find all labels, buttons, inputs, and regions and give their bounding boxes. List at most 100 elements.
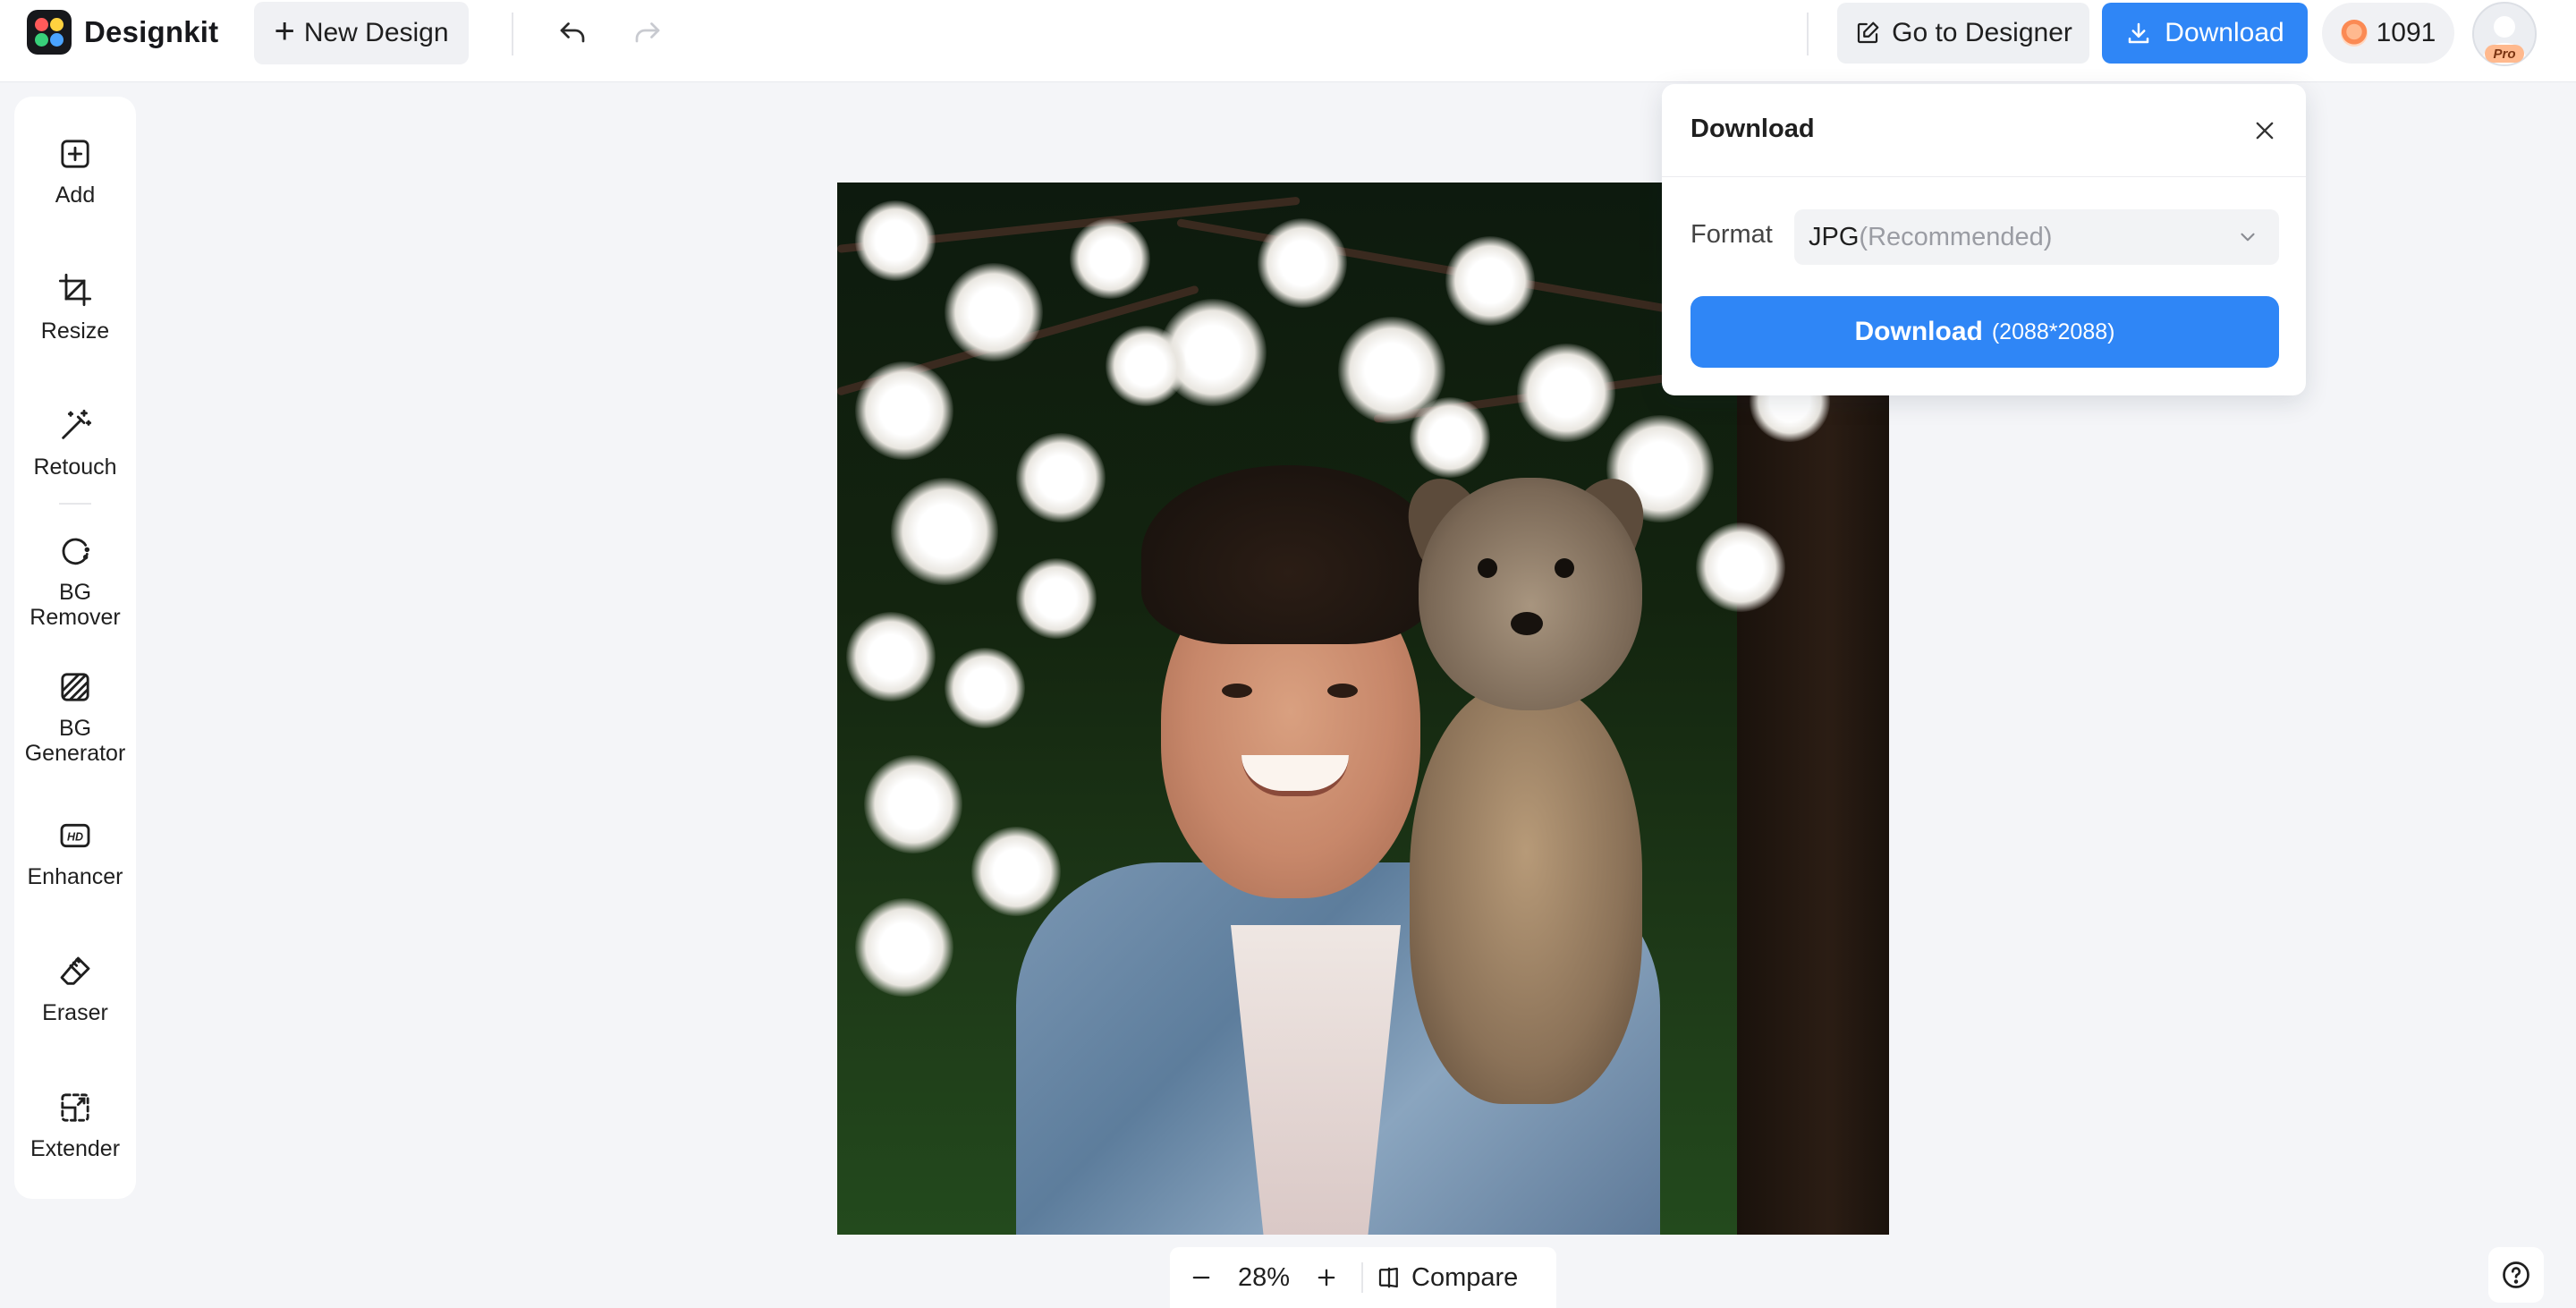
blossom (846, 612, 936, 701)
coin-icon (2340, 20, 2368, 47)
plus-icon (1318, 1269, 1335, 1287)
sidebar-item-label: Enhancer (27, 864, 123, 889)
blossom (1696, 522, 1785, 612)
dog-eye (1555, 558, 1574, 578)
format-select[interactable]: JPG (Recommended) (1794, 209, 2279, 265)
plus-icon: + (274, 12, 295, 51)
compare-button[interactable]: Compare (1376, 1263, 1518, 1293)
eye (1327, 684, 1358, 698)
download-label: Download (2165, 18, 2284, 47)
bg-generator-icon (61, 673, 89, 701)
blossom (855, 898, 953, 997)
blossom (945, 648, 1025, 728)
hd-icon: HD (60, 823, 90, 848)
credits-display[interactable]: 1091 (2322, 3, 2454, 64)
sidebar-item-extender[interactable]: Extender (14, 1090, 136, 1161)
dog-head (1419, 478, 1642, 710)
sidebar-item-label: BG Remover (30, 580, 121, 630)
sidebar-item-label: Eraser (42, 1000, 108, 1025)
sidebar-item-label: BG Generator (24, 716, 126, 766)
blossom (891, 478, 998, 585)
designkit-logo-icon (27, 10, 72, 55)
add-icon (61, 140, 89, 168)
download-confirm-label: Download (1854, 317, 1983, 346)
download-button[interactable]: Download (2102, 3, 2308, 64)
sidebar-item-bg-generator[interactable]: BG Generator (14, 669, 136, 766)
chevron-down-icon (2241, 233, 2255, 242)
help-button[interactable] (2488, 1247, 2544, 1303)
close-icon (2256, 122, 2274, 140)
sidebar-item-label: Resize (40, 319, 110, 344)
sidebar-item-bg-remover[interactable]: BG Remover (14, 533, 136, 630)
hair (1141, 465, 1436, 644)
blossom (1070, 218, 1150, 299)
go-to-designer-button[interactable]: Go to Designer (1837, 3, 2089, 64)
compare-label: Compare (1411, 1262, 1519, 1292)
sidebar-item-add[interactable]: Add (14, 136, 136, 208)
format-hint: (Recommended) (1859, 222, 2053, 251)
svg-text:HD: HD (67, 830, 83, 843)
sidebar-item-enhancer[interactable]: HD Enhancer (14, 818, 136, 889)
dog-body (1410, 684, 1642, 1104)
download-icon (2129, 22, 2149, 44)
zoom-in-button[interactable] (1295, 1247, 1358, 1308)
download-popup: Download Format JPG (Recommended) Downloa… (1662, 84, 2306, 395)
blossom (1016, 433, 1106, 522)
download-dimensions: (2088*2088) (1991, 319, 2115, 344)
sidebar-divider (59, 503, 91, 505)
blossom (1517, 344, 1615, 442)
blossom (1258, 218, 1347, 308)
popup-title: Download (1690, 115, 1815, 143)
compare-icon (1378, 1267, 1398, 1288)
sidebar-item-resize[interactable]: Resize (14, 272, 136, 344)
sidebar-item-eraser[interactable]: Eraser (14, 954, 136, 1025)
blossom (855, 200, 936, 281)
close-button[interactable] (2249, 115, 2281, 147)
new-design-label: New Design (303, 18, 449, 47)
zoom-bar: 28% Compare (1170, 1247, 1556, 1308)
divider (1807, 13, 1809, 55)
blossom (945, 263, 1043, 361)
help-icon (2503, 1261, 2529, 1288)
sidebar-item-label: Extender (30, 1136, 121, 1161)
extender-icon (61, 1093, 89, 1122)
bg-remover-icon (62, 538, 90, 565)
popup-header: Download (1662, 84, 2306, 177)
sidebar-item-retouch[interactable]: Retouch (14, 408, 136, 480)
dog-eye (1478, 558, 1497, 578)
blossom (855, 361, 953, 460)
sidebar-item-label: Add (55, 183, 96, 208)
sidebar-item-label: Retouch (33, 454, 117, 480)
eye (1222, 684, 1252, 698)
undo-icon (560, 22, 585, 43)
zoom-level: 28% (1237, 1262, 1291, 1292)
magic-wand-icon (62, 409, 92, 439)
crop-icon (58, 273, 92, 307)
format-value: JPG (1809, 222, 1860, 251)
app-logo[interactable]: Designkit (27, 10, 218, 55)
credits-count: 1091 (2376, 18, 2436, 47)
eraser-icon (60, 956, 90, 985)
blossom (1410, 397, 1490, 478)
blossom (1445, 236, 1535, 326)
format-label: Format (1690, 220, 1773, 249)
go-to-designer-label: Go to Designer (1892, 18, 2072, 47)
zoom-out-button[interactable] (1170, 1247, 1233, 1308)
blossom (864, 755, 962, 854)
app-name: Designkit (84, 15, 219, 48)
blossom (1106, 326, 1186, 406)
blossom (971, 827, 1061, 916)
pro-badge: Pro (2485, 45, 2524, 63)
divider (512, 13, 513, 55)
divider (1361, 1262, 1363, 1293)
tools-sidebar: Add Resize Retouch BG Remover BG Generat… (14, 97, 136, 1199)
redo-button[interactable] (623, 8, 673, 58)
top-bar: Designkit + New Design Go to Designer Do… (0, 0, 2576, 82)
new-design-button[interactable]: + New Design (254, 2, 469, 64)
edit-image-icon (1857, 21, 1879, 44)
minus-icon (1192, 1276, 1210, 1279)
dog-nose (1511, 612, 1543, 635)
undo-button[interactable] (547, 8, 597, 58)
redo-icon (635, 22, 660, 43)
download-confirm-button[interactable]: Download (2088*2088) (1690, 296, 2279, 368)
